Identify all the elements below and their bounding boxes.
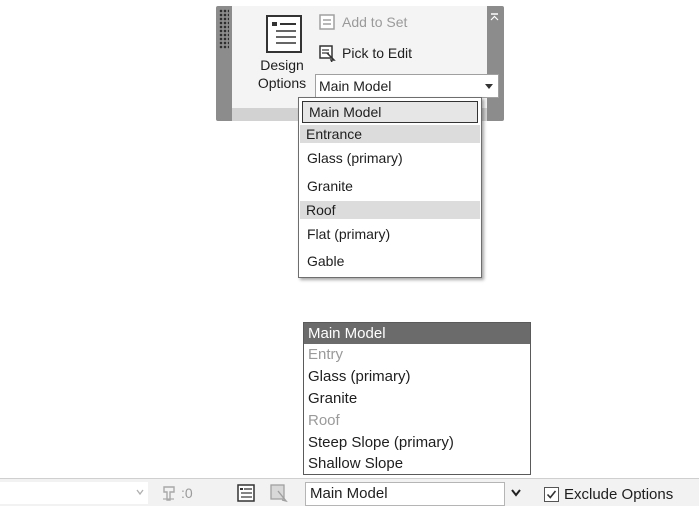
pick-to-edit-icon bbox=[319, 45, 336, 62]
exclude-options-checkbox[interactable]: Exclude Options bbox=[544, 483, 673, 505]
editable-only-icon bbox=[163, 486, 175, 501]
list-item[interactable]: Shallow Slope bbox=[304, 453, 530, 474]
dropdown-group-header-roof: Roof bbox=[300, 201, 480, 219]
list-item: Roof bbox=[308, 412, 340, 429]
dropdown-item-gable[interactable]: Gable bbox=[299, 251, 481, 271]
dropdown-item-flat-primary[interactable]: Flat (primary) bbox=[299, 224, 481, 244]
active-design-option-combo[interactable]: Main Model bbox=[305, 482, 505, 506]
status-bar: :0 Main Model Exclude Options bbox=[0, 478, 699, 506]
add-to-set-icon bbox=[319, 14, 335, 30]
ribbon-panel-body: Design Options Add to Set Pick to Edit M… bbox=[232, 6, 499, 108]
design-options-label-line1: Design bbox=[260, 57, 304, 73]
checkmark-icon bbox=[546, 490, 557, 499]
editable-count: :0 bbox=[181, 485, 193, 501]
design-option-combo-value: Main Model bbox=[319, 78, 392, 94]
list-item: Entry bbox=[308, 346, 344, 363]
panel-dialog-launcher-icon[interactable] bbox=[490, 12, 499, 22]
design-option-dropdown-list: Main Model Entrance Glass (primary) Gran… bbox=[298, 97, 482, 278]
add-to-set-button[interactable]: Add to Set bbox=[318, 11, 407, 33]
list-item[interactable]: Granite bbox=[304, 388, 530, 409]
design-options-button-label[interactable]: Design Options bbox=[252, 56, 312, 92]
dropdown-item-glass-primary[interactable]: Glass (primary) bbox=[299, 148, 481, 168]
exclude-options-label: Exclude Options bbox=[564, 485, 674, 503]
chevron-down-icon[interactable] bbox=[510, 488, 522, 498]
checkbox-box[interactable] bbox=[544, 486, 559, 502]
panel-grip-handle[interactable] bbox=[219, 9, 229, 49]
pick-to-edit-button[interactable]: Pick to Edit bbox=[318, 42, 412, 64]
chevron-down-icon[interactable] bbox=[136, 488, 144, 496]
pick-to-edit-label: Pick to Edit bbox=[342, 45, 413, 61]
combo-dropdown-arrow-icon[interactable] bbox=[485, 84, 493, 89]
dropdown-item-granite[interactable]: Granite bbox=[299, 176, 481, 196]
list-item[interactable]: Glass (primary) bbox=[304, 366, 530, 387]
workset-field[interactable] bbox=[0, 482, 148, 504]
add-to-set-label: Add to Set bbox=[342, 14, 408, 30]
design-options-icon[interactable] bbox=[264, 14, 304, 54]
dropdown-group-header-entrance: Entrance bbox=[300, 125, 480, 143]
status-bar-option-dropdown-list: Main Model Entry Glass (primary) Granite… bbox=[303, 322, 531, 475]
list-item[interactable]: Main Model bbox=[304, 323, 530, 344]
active-design-option-value: Main Model bbox=[310, 485, 388, 502]
dropdown-item-main-model[interactable]: Main Model bbox=[302, 101, 478, 123]
list-item[interactable]: Steep Slope (primary) bbox=[304, 432, 530, 453]
editable-only-indicator[interactable]: :0 bbox=[160, 483, 200, 503]
pick-to-edit-icon[interactable] bbox=[268, 483, 290, 503]
design-options-label-line2: Options bbox=[257, 75, 307, 91]
design-options-icon[interactable] bbox=[235, 483, 257, 503]
design-option-combo[interactable]: Main Model bbox=[315, 74, 499, 98]
